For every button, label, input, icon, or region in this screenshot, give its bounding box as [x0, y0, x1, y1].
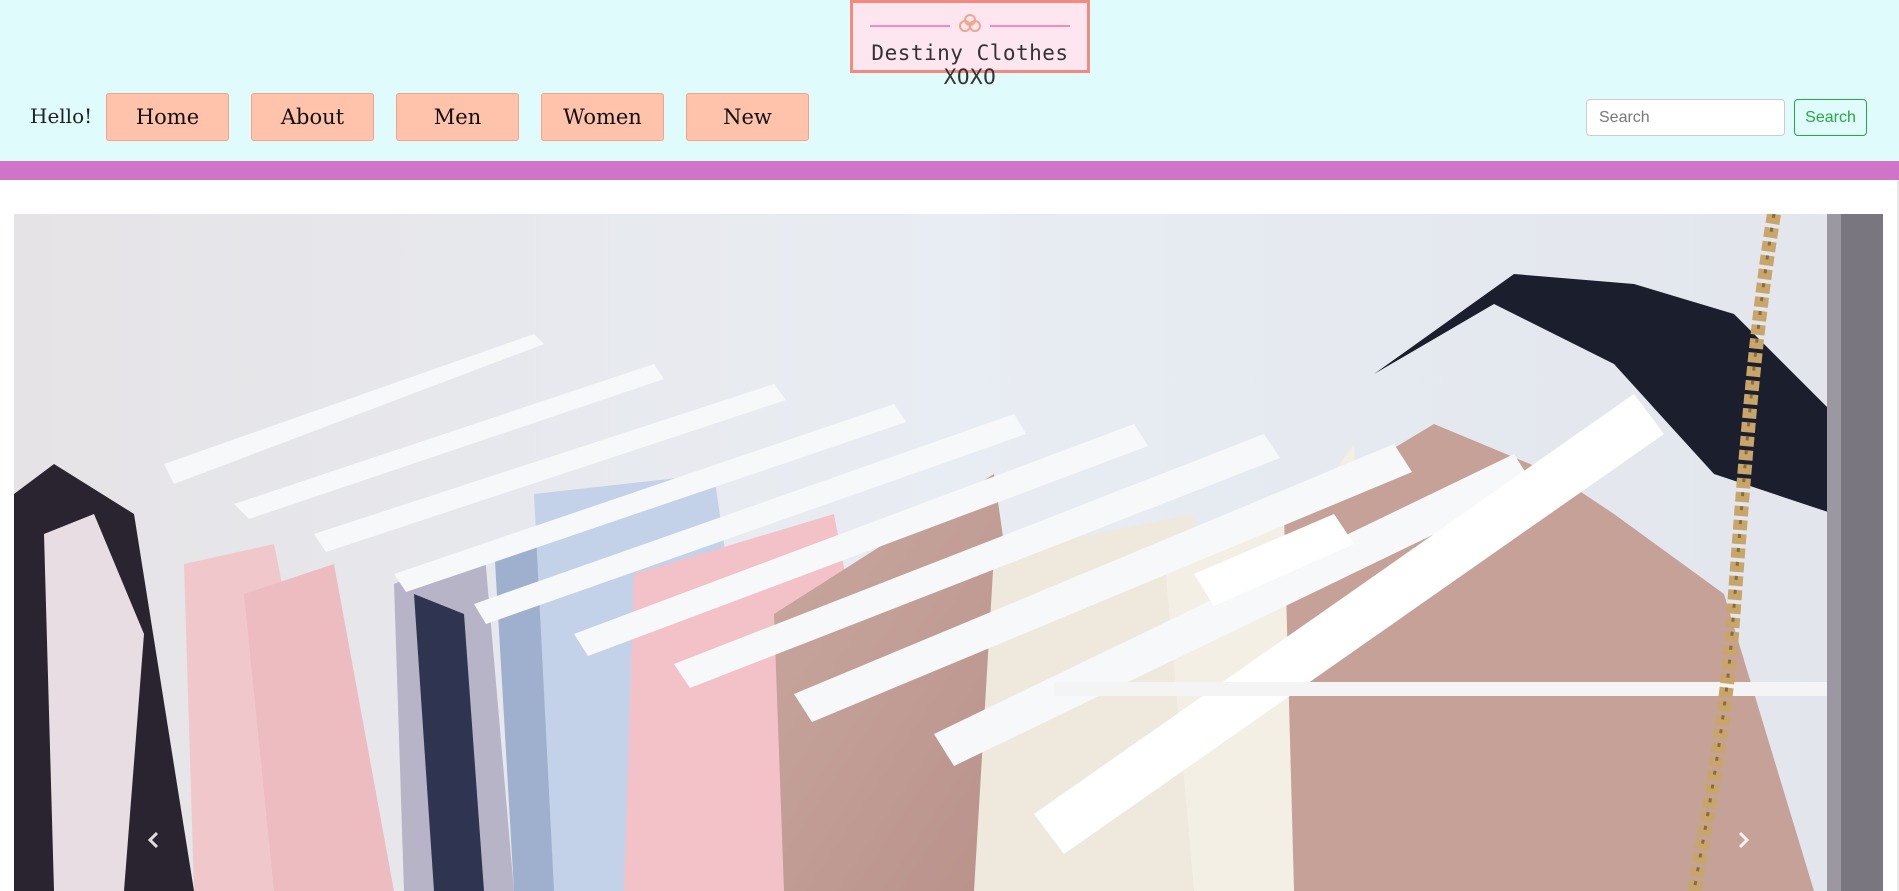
nav-women-button[interactable]: Women: [541, 93, 664, 141]
logo-text: Destiny Clothes XOXO: [871, 41, 1069, 89]
carousel-next-button[interactable]: [1723, 820, 1763, 860]
chevron-left-icon: [147, 831, 159, 849]
carousel-prev-button[interactable]: [134, 820, 174, 860]
nav-men-button[interactable]: Men: [396, 93, 519, 141]
logo-divider-right: [990, 25, 1070, 27]
site-header: Destiny Clothes XOXO Hello! Home About M…: [0, 0, 1899, 161]
search-button[interactable]: Search: [1794, 99, 1867, 136]
greeting-text: Hello!: [30, 104, 93, 128]
nav-new-button[interactable]: New: [686, 93, 809, 141]
nav-about-button[interactable]: About: [251, 93, 374, 141]
logo-divider-left: [870, 25, 950, 27]
accent-band: [0, 161, 1899, 180]
nav-home-button[interactable]: Home: [106, 93, 229, 141]
logo-ornament-icon: [959, 14, 981, 32]
hero-carousel[interactable]: [14, 214, 1883, 891]
hero-image-clothes-rack: [14, 214, 1883, 891]
chevron-right-icon: [1738, 831, 1750, 849]
search-input[interactable]: [1586, 99, 1785, 136]
site-logo[interactable]: Destiny Clothes XOXO: [850, 0, 1090, 89]
